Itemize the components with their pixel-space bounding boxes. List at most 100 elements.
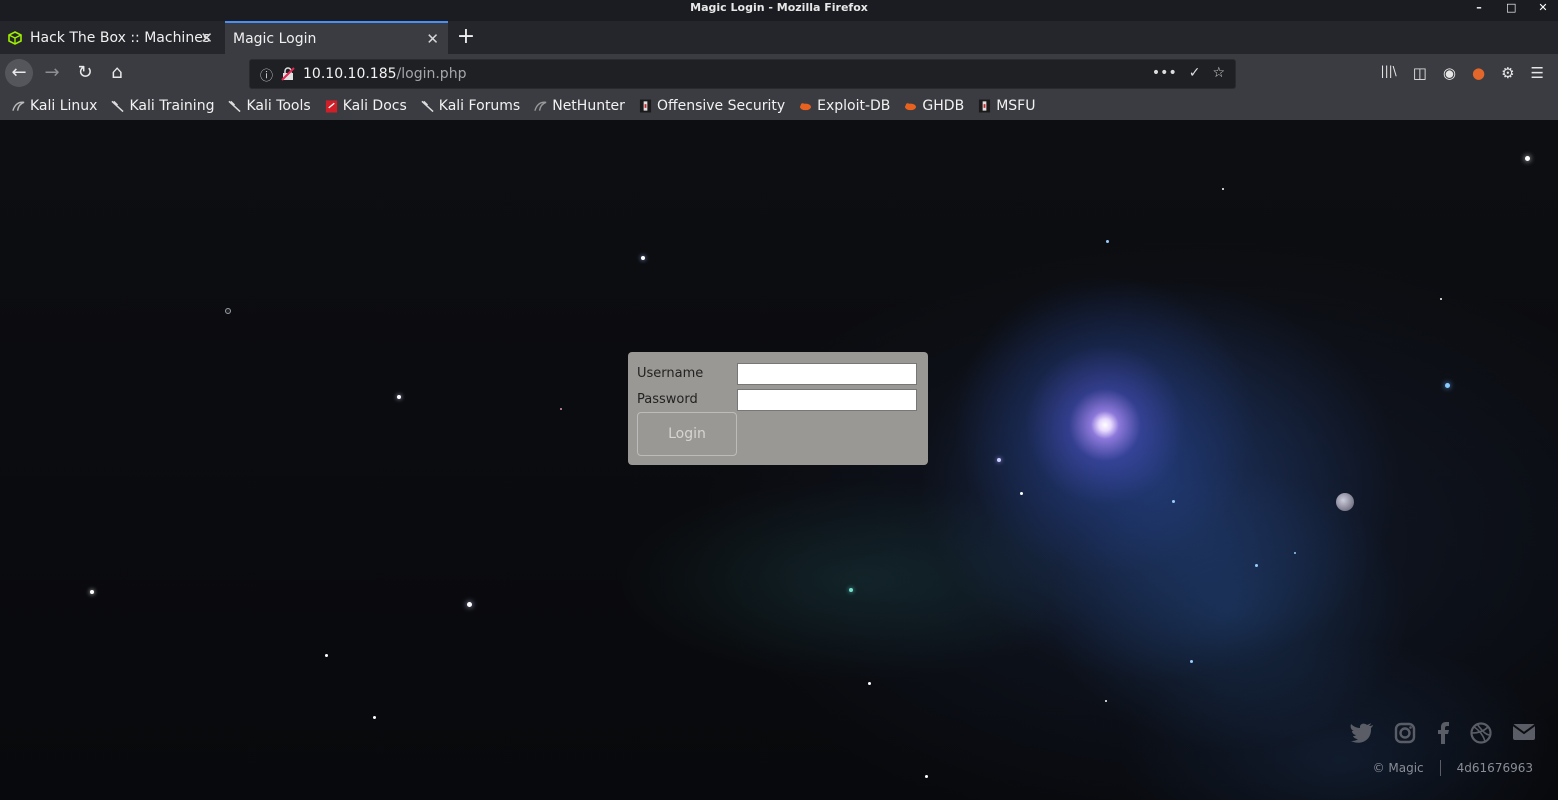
bookmark-nethunter[interactable]: NetHunter [534, 98, 625, 114]
mail-icon[interactable] [1512, 722, 1536, 742]
star [997, 458, 1001, 462]
kali-dragon-icon [421, 100, 434, 113]
star [1020, 492, 1023, 495]
extension-icon[interactable]: ● [1472, 64, 1485, 82]
tab-hack-the-box[interactable]: Hack The Box :: Machines ✕ [0, 21, 222, 54]
exploitdb-icon [800, 103, 812, 111]
bookmarks-toolbar: Kali Linux Kali Training Kali Tools Kali… [0, 92, 1558, 120]
nethunter-icon [534, 101, 547, 111]
close-tab-icon[interactable]: ✕ [200, 29, 213, 47]
address-bar[interactable]: ⓘ 10.10.10.185/login.php ••• ✓ ☆ [249, 59, 1236, 89]
star [1294, 552, 1296, 554]
pocket-icon[interactable]: ✓ [1189, 65, 1201, 81]
bookmark-star-icon[interactable]: ☆ [1212, 65, 1225, 81]
offsec-icon [979, 99, 991, 113]
star [325, 654, 328, 657]
star [1445, 383, 1450, 388]
insecure-lock-icon[interactable] [281, 67, 295, 81]
tab-magic-login[interactable]: Magic Login ✕ [225, 21, 448, 54]
star [925, 775, 928, 778]
tab-strip: Hack The Box :: Machines ✕ Magic Login ✕… [0, 21, 1558, 54]
star [1255, 564, 1258, 567]
window-titlebar: Magic Login - Mozilla Firefox – □ ✕ [0, 0, 1558, 21]
home-button[interactable]: ⌂ [103, 59, 131, 87]
htb-cube-icon [8, 30, 22, 45]
bookmark-label: Kali Tools [246, 98, 311, 114]
bookmark-label: Kali Linux [30, 98, 98, 114]
page-actions-icon[interactable]: ••• [1152, 65, 1177, 81]
bookmark-msfu[interactable]: MSFU [978, 98, 1035, 114]
star [641, 256, 645, 260]
social-links [1350, 722, 1536, 744]
password-input[interactable] [737, 389, 917, 411]
instagram-icon[interactable] [1394, 722, 1416, 744]
tab-label: Magic Login [233, 30, 317, 47]
kali-docs-icon [325, 100, 337, 113]
bookmark-label: Kali Docs [342, 98, 407, 114]
address-bar-actions: ••• ✓ ☆ [1152, 65, 1225, 81]
dribbble-icon[interactable] [1470, 722, 1492, 744]
close-tab-icon[interactable]: ✕ [426, 30, 439, 48]
star [868, 682, 871, 685]
site-info-icon[interactable]: ⓘ [260, 65, 273, 84]
toolbar-right: |||\ ◫ ◉ ● ⚙ ☰ [1381, 64, 1558, 82]
bookmark-label: GHDB [922, 98, 965, 114]
bookmark-kali-docs[interactable]: Kali Docs [325, 98, 407, 114]
sidebar-icon[interactable]: ◫ [1413, 64, 1427, 82]
footer: © Magic 4d61676963 [1373, 760, 1533, 776]
facebook-icon[interactable] [1436, 722, 1450, 744]
url-path: /login.php [396, 66, 467, 82]
planet [1336, 493, 1354, 511]
kali-dragon-icon [111, 100, 125, 113]
library-icon[interactable]: |||\ [1381, 64, 1397, 82]
account-icon[interactable]: ◉ [1443, 64, 1456, 82]
footer-hash: 4d61676963 [1456, 761, 1533, 775]
back-button[interactable]: ← [5, 59, 33, 87]
bookmark-ghdb[interactable]: GHDB [904, 98, 964, 114]
bookmark-kali-linux[interactable]: Kali Linux [12, 98, 97, 114]
menu-icon[interactable]: ☰ [1531, 64, 1544, 82]
maximize-button[interactable]: □ [1506, 0, 1516, 15]
tab-label: Hack The Box :: Machines [30, 29, 211, 46]
minimize-button[interactable]: – [1474, 0, 1484, 15]
login-form: Username Password Login [628, 352, 928, 465]
footer-divider [1439, 760, 1441, 776]
reload-button[interactable]: ↻ [71, 59, 99, 87]
bookmark-kali-training[interactable]: Kali Training [111, 98, 214, 114]
star [1222, 188, 1224, 190]
bookmark-label: MSFU [996, 98, 1036, 114]
forward-button[interactable]: → [38, 59, 66, 87]
bookmark-label: Kali Forums [438, 98, 521, 114]
settings-icon[interactable]: ⚙ [1501, 64, 1514, 82]
bookmark-label: Kali Training [129, 98, 215, 114]
navigation-toolbar: ← → ↻ ⌂ ⓘ 10.10.10.185/login.php ••• ✓ ☆… [0, 54, 1558, 92]
star [849, 588, 853, 592]
star [1440, 298, 1442, 300]
star [90, 590, 94, 594]
bookmark-offensive-security[interactable]: Offensive Security [639, 98, 785, 114]
kali-dragon-icon [12, 101, 25, 111]
planet [225, 308, 231, 314]
star [467, 602, 472, 607]
kali-dragon-icon [228, 100, 242, 113]
star [1105, 700, 1107, 702]
new-tab-button[interactable]: + [454, 21, 478, 54]
twitter-icon[interactable] [1350, 722, 1374, 744]
bookmark-kali-tools[interactable]: Kali Tools [228, 98, 311, 114]
bookmark-label: Exploit-DB [817, 98, 891, 114]
username-label: Username [637, 366, 704, 381]
bookmark-exploit-db[interactable]: Exploit-DB [799, 98, 890, 114]
star [1172, 500, 1175, 503]
login-button[interactable]: Login [637, 412, 737, 456]
bookmark-label: Offensive Security [656, 98, 786, 114]
close-window-button[interactable]: ✕ [1538, 0, 1548, 15]
star [1190, 660, 1193, 663]
bookmark-kali-forums[interactable]: Kali Forums [421, 98, 520, 114]
url-host: 10.10.10.185 [303, 66, 397, 82]
username-input[interactable] [737, 363, 917, 385]
star [560, 408, 562, 410]
copyright-text: © Magic [1372, 761, 1424, 775]
page-content: Username Password Login © Magic 4d616769… [0, 120, 1558, 800]
exploitdb-icon [905, 103, 917, 111]
star [1106, 240, 1109, 243]
